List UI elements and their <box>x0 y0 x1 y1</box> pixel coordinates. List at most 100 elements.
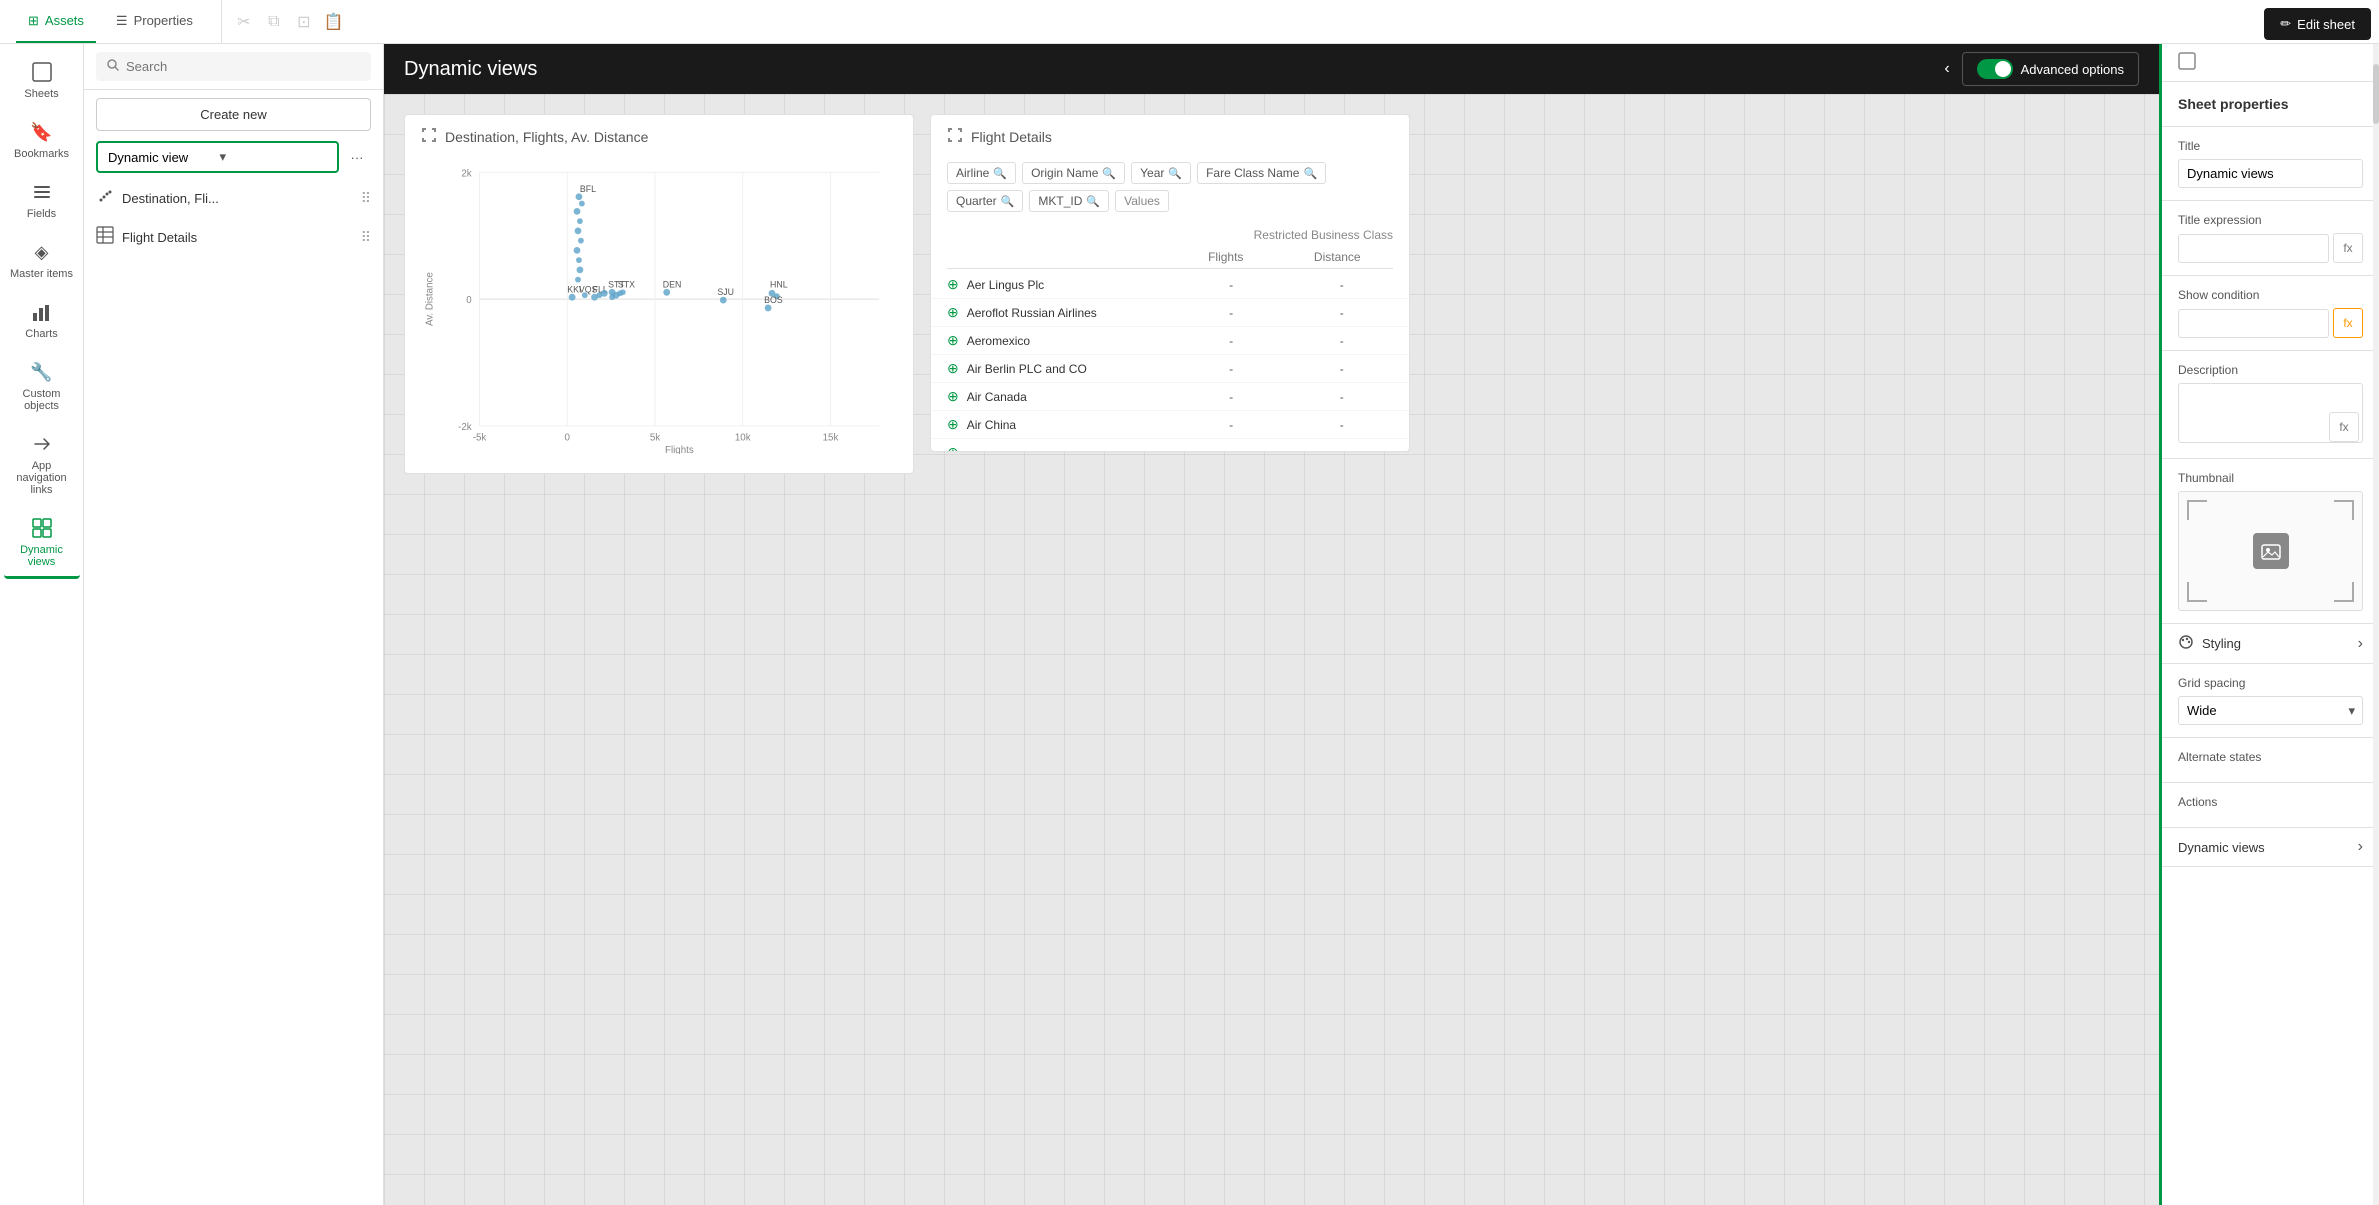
svg-text:2k: 2k <box>461 168 471 179</box>
search-icon: 🔍 <box>1168 167 1182 180</box>
quarter-label: Quarter <box>956 194 997 208</box>
copy-icon: ⧉ <box>260 8 288 36</box>
expand-icon[interactable]: ⊕ <box>947 444 959 451</box>
airline-filter[interactable]: Airline 🔍 <box>947 162 1016 184</box>
show-condition-input[interactable] <box>2178 309 2329 338</box>
expand-icon[interactable]: ⊕ <box>947 388 959 405</box>
styling-text: Styling <box>2202 636 2241 651</box>
tab-properties[interactable]: ☰ Properties <box>104 0 205 43</box>
sidebar-item-app-nav[interactable]: App navigation links <box>4 424 80 504</box>
duplicate-icon: ⊡ <box>290 8 318 36</box>
grid-spacing-wrapper: Wide Medium Narrow <box>2178 696 2363 725</box>
row-label: Aer Lingus Plc <box>967 278 1172 292</box>
fx-button[interactable]: fx <box>2333 233 2363 263</box>
grid-spacing-select[interactable]: Wide Medium Narrow <box>2178 696 2363 725</box>
alternate-states-section: Alternate states <box>2162 738 2379 783</box>
list-item[interactable]: Destination, Fli... ⠿ <box>84 179 383 218</box>
corner-tr <box>2334 500 2354 520</box>
edit-sheet-button[interactable]: ✏ Edit sheet <box>2264 8 2371 40</box>
sidebar-item-custom-objects[interactable]: 🔧 Custom objects <box>4 352 80 420</box>
show-condition-row: fx <box>2178 308 2363 338</box>
sidebar-item-dynamic-views[interactable]: Dynamic views <box>4 508 80 579</box>
airline-label: Airline <box>956 166 989 180</box>
scatter-chart-body: 2k 0 -2k -5k 0 5k 10k 15k Av. Distance <box>405 154 905 473</box>
main-content: Dynamic views ‹ Advanced options <box>384 44 2159 1205</box>
search-input[interactable] <box>126 59 361 74</box>
quarter-filter[interactable]: Quarter 🔍 <box>947 190 1023 212</box>
palette-icon <box>2178 634 2194 653</box>
table-row: ⊕ Air Berlin PLC and CO - - <box>931 355 1409 383</box>
bookmarks-icon: 🔖 <box>30 120 54 144</box>
thumbnail-box[interactable] <box>2178 491 2363 611</box>
thumbnail-label: Thumbnail <box>2178 471 2363 485</box>
header-toolbar: ✂ ⧉ ⊡ 📋 <box>222 8 356 36</box>
values-label: Values <box>1124 194 1160 208</box>
advanced-options-button[interactable]: Advanced options <box>1962 52 2139 86</box>
create-new-button[interactable]: Create new <box>96 98 371 131</box>
toggle-switch[interactable] <box>1977 59 2013 79</box>
create-new-label: Create new <box>200 107 266 122</box>
master-items-icon: ◈ <box>30 240 54 264</box>
styling-row[interactable]: Styling › <box>2162 624 2379 664</box>
assets-tab-label: Assets <box>45 13 84 28</box>
actions-section: Actions <box>2162 783 2379 828</box>
table-data-rows: ⊕ Aer Lingus Plc - - ⊕ Aeroflot Russian … <box>931 271 1409 451</box>
sidebar-item-fields[interactable]: Fields <box>4 172 80 228</box>
description-wrapper: fx <box>2178 383 2363 446</box>
origin-name-filter[interactable]: Origin Name 🔍 <box>1022 162 1125 184</box>
sidebar-item-charts[interactable]: Charts <box>4 292 80 348</box>
fields-label: Fields <box>27 208 56 220</box>
mkt-id-label: MKT_ID <box>1038 194 1082 208</box>
table-row: ⊕ Aeroflot Russian Airlines - - <box>931 299 1409 327</box>
fx-button-desc[interactable]: fx <box>2329 412 2359 442</box>
sidebar-item-bookmarks[interactable]: 🔖 Bookmarks <box>4 112 80 168</box>
dynamic-views-row-text: Dynamic views <box>2178 840 2265 855</box>
scrollbar-thumb[interactable] <box>2373 64 2379 124</box>
sidebar-item-master-items[interactable]: ◈ Master items <box>4 232 80 288</box>
svg-text:DEN: DEN <box>663 279 682 289</box>
dropdown-selector[interactable]: Dynamic view ▾ <box>96 141 339 173</box>
cut-icon: ✂ <box>230 8 258 36</box>
dynamic-views-row-label: Dynamic views <box>2178 840 2358 855</box>
assets-panel: Create new Dynamic view ▾ ··· <box>84 44 384 1205</box>
expand-icon[interactable]: ⊕ <box>947 276 959 293</box>
grid-spacing-label: Grid spacing <box>2178 676 2363 690</box>
row-label: Aeroflot Russian Airlines <box>967 306 1172 320</box>
show-condition-section: Show condition fx <box>2162 276 2379 351</box>
drag-handle-icon[interactable]: ⠿ <box>361 229 371 246</box>
row-flights: - <box>1180 362 1283 376</box>
expand-icon[interactable]: ⊕ <box>947 304 959 321</box>
export-icon[interactable] <box>421 127 437 146</box>
mkt-id-filter[interactable]: MKT_ID 🔍 <box>1029 190 1109 212</box>
row-label: Air Berlin PLC and CO <box>967 362 1172 376</box>
svg-text:Flights: Flights <box>665 445 694 454</box>
expand-icon[interactable]: ⊕ <box>947 360 959 377</box>
year-filter[interactable]: Year 🔍 <box>1131 162 1191 184</box>
search-wrapper[interactable] <box>96 52 371 81</box>
row-flights: - <box>1180 306 1283 320</box>
svg-text:15k: 15k <box>823 433 839 444</box>
fields-icon <box>30 180 54 204</box>
grid-spacing-section: Grid spacing Wide Medium Narrow <box>2162 664 2379 738</box>
collapse-chevron-icon[interactable]: ‹ <box>1944 60 1949 78</box>
expand-icon[interactable]: ⊕ <box>947 416 959 433</box>
title-expression-input[interactable] <box>2178 234 2329 263</box>
row-distance: - <box>1290 306 1393 320</box>
svg-text:BOS: BOS <box>764 295 783 305</box>
title-expression-row: fx <box>2178 233 2363 263</box>
more-options-button[interactable]: ··· <box>343 143 371 171</box>
fare-class-filter[interactable]: Fare Class Name 🔍 <box>1197 162 1326 184</box>
sidebar-item-sheets[interactable]: Sheets <box>4 52 80 108</box>
drag-handle-icon[interactable]: ⠿ <box>361 190 371 207</box>
corner-bl <box>2187 582 2207 602</box>
upload-image-icon[interactable] <box>2253 533 2289 569</box>
list-item[interactable]: Flight Details ⠿ <box>84 218 383 257</box>
fx-button-orange[interactable]: fx <box>2333 308 2363 338</box>
title-input[interactable] <box>2178 159 2363 188</box>
dynamic-views-row[interactable]: Dynamic views › <box>2162 828 2379 867</box>
svg-text:BFL: BFL <box>580 184 596 194</box>
year-label: Year <box>1140 166 1164 180</box>
tab-assets[interactable]: ⊞ Assets <box>16 0 96 43</box>
expand-icon[interactable]: ⊕ <box>947 332 959 349</box>
export-icon[interactable] <box>947 127 963 146</box>
